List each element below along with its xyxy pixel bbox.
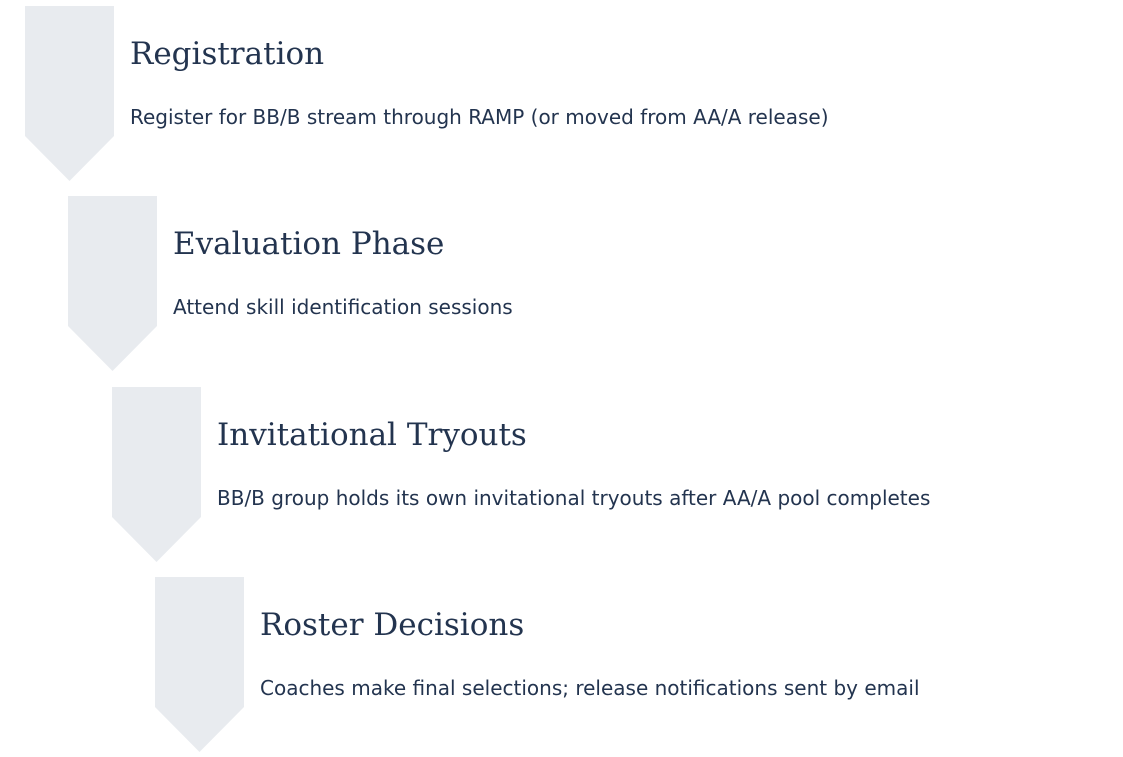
step-title: Roster Decisions [260, 607, 525, 643]
step-roster-decisions: Roster Decisions Coaches make final sele… [155, 577, 1123, 757]
down-arrow-icon [68, 196, 158, 371]
step-title: Registration [130, 36, 325, 72]
step-title: Invitational Tryouts [217, 417, 527, 453]
step-registration: Registration Register for BB/B stream th… [25, 6, 1025, 186]
down-arrow-icon [25, 6, 115, 181]
down-arrow-icon [155, 577, 245, 752]
step-invitational-tryouts: Invitational Tryouts BB/B group holds it… [112, 387, 1112, 567]
step-description: Coaches make final selections; release n… [260, 676, 920, 700]
process-diagram: Registration Register for BB/B stream th… [0, 0, 1123, 752]
step-description: Register for BB/B stream through RAMP (o… [130, 105, 829, 129]
step-title: Evaluation Phase [173, 226, 445, 262]
step-description: Attend skill identification sessions [173, 295, 513, 319]
step-evaluation-phase: Evaluation Phase Attend skill identifica… [68, 196, 1068, 376]
down-arrow-icon [112, 387, 202, 562]
step-description: BB/B group holds its own invitational tr… [217, 486, 931, 510]
